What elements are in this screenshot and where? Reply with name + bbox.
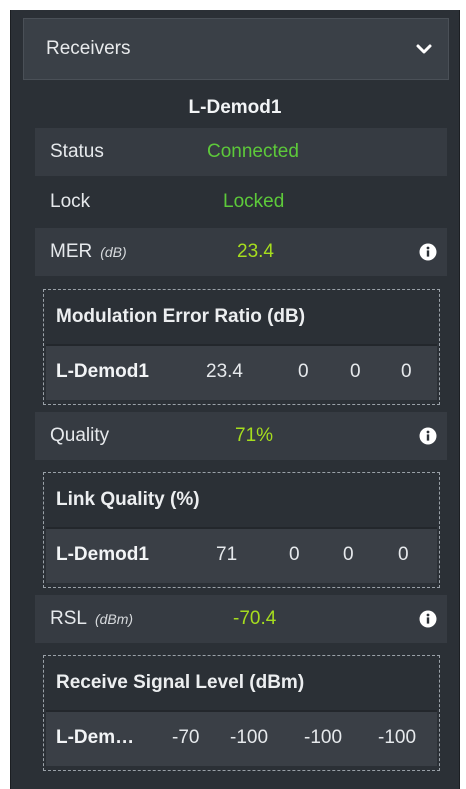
quality-detail-row: L-Demod1 71 0 0 0: [46, 527, 437, 583]
rsl-detail-value: -100: [230, 727, 269, 748]
mer-value: 23.4: [237, 241, 274, 262]
mer-detail-value: 23.4: [206, 361, 243, 382]
quality-detail-value: 0: [398, 544, 409, 565]
mer-detail-value: 0: [298, 361, 309, 382]
status-label: Status: [50, 141, 104, 162]
lock-label: Lock: [50, 191, 91, 212]
receivers-title: Receivers: [46, 38, 131, 59]
mer-label: MER (dB): [50, 241, 127, 263]
quality-label: Quality: [50, 425, 110, 446]
lock-row: Lock Locked: [35, 178, 447, 226]
receivers-header[interactable]: Receivers: [23, 18, 449, 80]
receivers-panel: Receivers L-Demod1 Status Connected Lock…: [10, 10, 460, 789]
chevron-down-icon[interactable]: [414, 39, 434, 59]
quality-detail-receiver: L-Demod1: [56, 544, 149, 565]
lock-value: Locked: [223, 191, 285, 212]
mer-detail-receiver: L-Demod1: [56, 361, 149, 382]
quality-detail-value: 0: [343, 544, 354, 565]
quality-detail-value: 71: [216, 544, 238, 565]
rsl-detail-value: -70: [172, 727, 200, 748]
mer-detail-value: 0: [401, 361, 412, 382]
info-icon[interactable]: [419, 243, 437, 261]
rsl-detail-title: Receive Signal Level (dBm): [56, 672, 305, 693]
info-icon[interactable]: [419, 427, 437, 445]
status-row: Status Connected: [35, 128, 447, 176]
rsl-detail-value: -100: [304, 727, 343, 748]
rsl-detail-row: L-Dem… -70 -100 -100 -100: [46, 710, 437, 766]
mer-unit: (dB): [100, 244, 127, 260]
quality-detail: Link Quality (%) L-Demod1 71 0 0 0: [43, 472, 440, 588]
rsl-label-text: RSL: [50, 608, 87, 629]
mer-detail-value: 0: [350, 361, 361, 382]
quality-detail-value: 0: [289, 544, 300, 565]
quality-value: 71%: [235, 425, 274, 446]
rsl-detail-value: -100: [378, 727, 417, 748]
rsl-label: RSL (dBm): [50, 608, 133, 630]
status-value: Connected: [207, 141, 299, 162]
rsl-detail: Receive Signal Level (dBm) L-Dem… -70 -1…: [43, 655, 440, 771]
mer-row[interactable]: MER (dB) 23.4: [35, 228, 447, 276]
mer-detail: Modulation Error Ratio (dB) L-Demod1 23.…: [43, 289, 440, 405]
rsl-row[interactable]: RSL (dBm) -70.4: [35, 595, 447, 643]
quality-detail-title: Link Quality (%): [56, 489, 200, 510]
rsl-detail-receiver: L-Dem…: [56, 727, 135, 748]
receiver-name: L-Demod1: [188, 97, 282, 118]
rsl-unit: (dBm): [94, 611, 134, 627]
rsl-value: -70.4: [233, 608, 277, 629]
mer-detail-title: Modulation Error Ratio (dB): [56, 306, 306, 327]
quality-row[interactable]: Quality 71%: [35, 412, 447, 460]
mer-detail-row: L-Demod1 23.4 0 0 0: [46, 344, 437, 400]
info-icon[interactable]: [419, 610, 437, 628]
mer-label-text: MER: [50, 241, 93, 262]
